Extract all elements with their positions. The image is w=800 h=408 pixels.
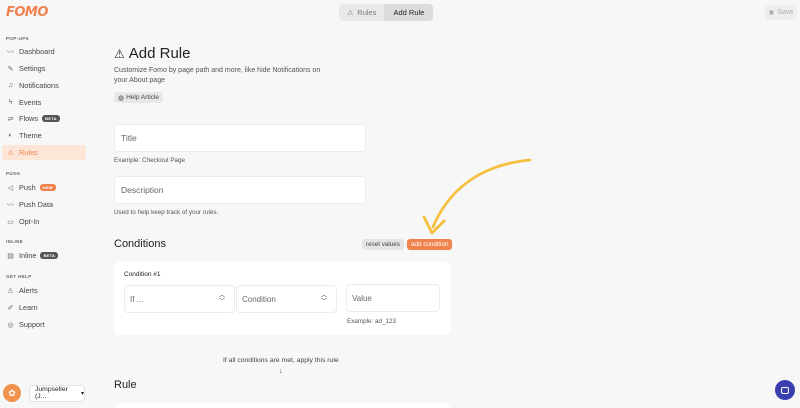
sidebar-item-events[interactable]: ϟ Events: [2, 95, 86, 110]
account-name: Jumpseller (J...: [35, 386, 68, 400]
sidebar-item-rules[interactable]: ⚠ Rules: [2, 145, 86, 160]
chat-button[interactable]: [775, 380, 795, 400]
chart-line-icon: 〰: [7, 201, 14, 209]
description-placeholder: Description: [121, 185, 164, 195]
sidebar-item-label: Settings: [19, 64, 46, 73]
sidebar-item-label: Notifications: [19, 81, 59, 90]
chevron-down-icon: ▾: [80, 390, 84, 397]
beta-badge: BETA: [40, 252, 59, 259]
sidebar-item-label: Theme: [19, 131, 42, 140]
breadcrumb: ⚠ Rules Add Rule: [339, 4, 434, 21]
sidebar-item-push[interactable]: ◁ Push NEW: [2, 180, 86, 195]
sidebar-item-label: Opt-In: [19, 217, 40, 226]
bell-icon: ♫: [7, 82, 14, 89]
palette-icon: ◐: [8, 132, 13, 139]
save-button[interactable]: ▣ Save: [765, 5, 797, 20]
fomo-logo[interactable]: FOMO: [6, 5, 48, 20]
sidebar-item-label: Events: [19, 98, 42, 107]
sidebar-item-flows[interactable]: ⇄ Flows BETA: [2, 111, 86, 126]
annotation-arrow-icon: [422, 158, 532, 235]
breadcrumb-label: Add Rule: [393, 8, 425, 17]
warning-icon: ⚠: [7, 149, 14, 157]
chart-line-icon: 〰: [7, 48, 14, 56]
new-badge: NEW: [39, 184, 56, 191]
sidebar-item-label: Inline: [19, 251, 37, 260]
sidebar-item-settings[interactable]: ✎ Settings: [2, 61, 86, 76]
section-label-inline: INLINE: [6, 239, 24, 244]
section-label-get-help: GET HELP: [6, 274, 32, 279]
reset-values-button[interactable]: reset values: [362, 239, 404, 250]
megaphone-icon: ◁: [7, 184, 14, 192]
sidebar-item-push-data[interactable]: 〰 Push Data: [2, 197, 86, 212]
chevron-updown-icon: ︿ ﹀: [218, 293, 225, 305]
sidebar-item-label: Learn: [19, 303, 38, 312]
support-icon: ◎: [7, 321, 14, 329]
account-select[interactable]: Jumpseller (J... ▾: [29, 384, 85, 402]
sidebar-item-label: Push Data: [19, 200, 54, 209]
rule-card: [114, 403, 450, 408]
account-switcher: ✿ Jumpseller (J... ▾: [3, 384, 85, 402]
help-article-button[interactable]: ◍ Help Article: [114, 92, 163, 103]
sidebar-item-alerts[interactable]: ⚠ Alerts: [2, 283, 86, 298]
avatar[interactable]: ✿: [3, 384, 21, 402]
condition-placeholder: Condition: [242, 294, 276, 304]
rule-heading: Rule: [114, 379, 137, 391]
pencil-icon: ✎: [7, 65, 14, 73]
inline-icon: ▤: [7, 252, 14, 260]
save-label: Save: [777, 9, 794, 16]
flow-icon: ⇄: [7, 115, 14, 123]
page-title: ⚠ Add Rule: [114, 45, 190, 62]
apply-rule-note: If all conditions are met, apply this ru…: [223, 357, 339, 364]
warning-icon: ⚠: [114, 46, 125, 61]
title-field[interactable]: Title: [114, 124, 366, 152]
title-hint: Example: Checkout Page: [114, 157, 186, 164]
chevron-updown-icon: ︿ ﹀: [320, 293, 327, 305]
sidebar-item-label: Dashboard: [19, 47, 55, 56]
add-condition-button[interactable]: add condition: [407, 239, 453, 250]
section-label-popups: POP-UPS: [6, 36, 30, 41]
condition-select[interactable]: Condition ︿ ﹀: [236, 285, 337, 313]
breadcrumb-rules[interactable]: ⚠ Rules: [339, 4, 385, 21]
sidebar-item-label: Alerts: [19, 286, 38, 295]
sidebar: FOMO POP-UPS 〰 Dashboard ✎ Settings ♫ Notif…: [0, 0, 92, 408]
sidebar-item-dashboard[interactable]: 〰 Dashboard: [2, 44, 86, 59]
arrow-down-icon: ↓: [279, 368, 283, 375]
section-label-push: PUSH: [6, 171, 21, 176]
warning-icon: ⚠: [347, 9, 354, 17]
chat-icon: [781, 386, 789, 394]
beta-badge: BETA: [42, 115, 60, 122]
sidebar-item-theme[interactable]: ◐ Theme: [2, 128, 86, 143]
conditions-heading: Conditions: [114, 238, 166, 250]
alert-icon: ⚠: [7, 287, 14, 295]
value-input[interactable]: Value: [346, 284, 440, 312]
value-hint: Example: ad_123: [347, 318, 397, 325]
globe-icon: ◍: [118, 94, 125, 102]
sidebar-item-inline[interactable]: ▤ Inline BETA: [2, 248, 86, 263]
sidebar-item-label: Rules: [19, 148, 38, 157]
breadcrumb-label: Rules: [357, 8, 377, 17]
breadcrumb-add-rule: Add Rule: [384, 4, 434, 21]
page-subtitle: Customize Fomo by page path and more, li…: [114, 67, 321, 84]
description-hint: Used to help keep track of your rules.: [114, 209, 219, 216]
help-article-label: Help Article: [126, 94, 159, 101]
sidebar-item-opt-in[interactable]: ▭ Opt-In: [2, 214, 86, 229]
description-field[interactable]: Description: [114, 176, 366, 204]
page-title-text: Add Rule: [128, 45, 191, 62]
save-icon: ▣: [768, 10, 775, 16]
bolt-icon: ϟ: [8, 99, 13, 106]
title-placeholder: Title: [121, 133, 137, 143]
if-select[interactable]: If ... ︿ ﹀: [124, 285, 235, 313]
window-icon: ▭: [7, 218, 14, 226]
condition-card: Condition #1 If ... ︿ ﹀ Condition ︿ ﹀ Valu…: [114, 262, 450, 335]
book-icon: ✐: [7, 304, 14, 312]
sidebar-item-label: Push: [19, 183, 36, 192]
value-placeholder: Value: [352, 293, 372, 303]
sidebar-item-notifications[interactable]: ♫ Notifications: [2, 78, 86, 93]
sidebar-item-learn[interactable]: ✐ Learn: [2, 300, 86, 315]
sidebar-item-label: Flows: [19, 114, 39, 123]
if-placeholder: If ...: [130, 294, 144, 304]
sidebar-item-label: Support: [19, 320, 45, 329]
condition-label: Condition #1: [124, 271, 161, 278]
sidebar-item-support[interactable]: ◎ Support: [2, 317, 86, 332]
